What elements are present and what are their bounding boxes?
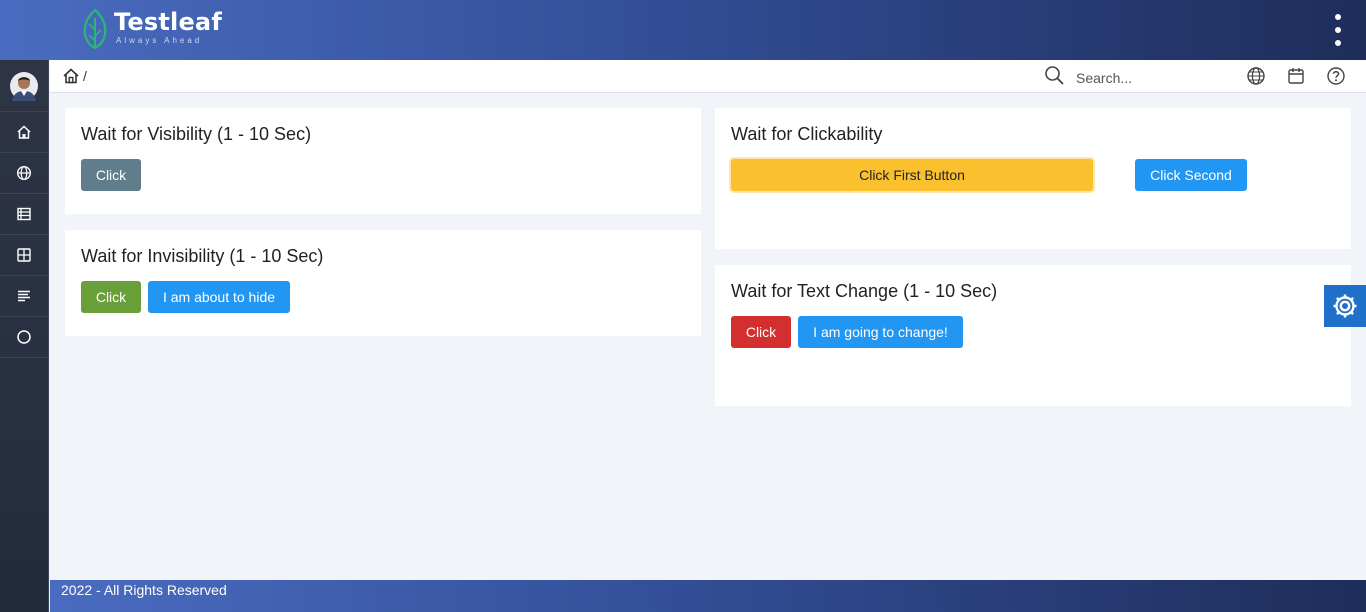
list-icon (18, 290, 30, 302)
breadcrumb-bar: / (50, 60, 1366, 93)
calendar-icon[interactable] (1286, 66, 1306, 86)
text-change-click-button[interactable]: Click (731, 316, 791, 348)
left-sidebar (0, 60, 49, 612)
hide-button[interactable]: I am about to hide (148, 281, 290, 313)
visibility-title: Wait for Visibility (1 - 10 Sec) (81, 124, 312, 144)
text-change-card: Wait for Text Change (1 - 10 Sec) Click … (715, 265, 1351, 406)
sidebar-item-grid[interactable] (0, 235, 48, 276)
footer: 2022 - All Rights Reserved (50, 580, 1366, 612)
breadcrumb: / (62, 67, 87, 85)
brand-name: Testleaf (114, 8, 222, 36)
search-icon[interactable] (1044, 65, 1065, 86)
visibility-click-button[interactable]: Click (81, 159, 141, 191)
sidebar-item-home[interactable] (0, 112, 48, 153)
text-change-button[interactable]: I am going to change! (798, 316, 963, 348)
invisibility-click-button[interactable]: Click (81, 281, 141, 313)
click-second-button[interactable]: Click Second (1135, 159, 1247, 191)
language-globe-icon[interactable] (1246, 66, 1266, 86)
gear-icon (1333, 294, 1357, 318)
sidebar-item-list[interactable] (0, 276, 48, 317)
leaf-logo-icon (83, 8, 107, 50)
user-avatar[interactable] (0, 60, 48, 112)
more-options-icon[interactable] (1332, 14, 1344, 46)
breadcrumb-separator: / (83, 68, 87, 84)
sidebar-item-browser[interactable] (0, 153, 48, 194)
sidebar-item-circle[interactable] (0, 317, 48, 358)
brand-logo[interactable]: Testleaf Always Ahead (80, 8, 222, 50)
top-header: Testleaf Always Ahead (0, 0, 1366, 60)
click-first-button[interactable]: Click First Button (731, 159, 1093, 191)
footer-text: 2022 - All Rights Reserved (61, 582, 227, 598)
settings-button[interactable] (1324, 285, 1366, 327)
grid-icon (17, 248, 31, 262)
search-input[interactable] (1076, 67, 1236, 89)
globe-icon (16, 165, 32, 181)
circle-icon (17, 330, 31, 344)
home-icon (17, 125, 31, 139)
text-change-title: Wait for Text Change (1 - 10 Sec) (731, 281, 998, 301)
visibility-card: Wait for Visibility (1 - 10 Sec) Click (65, 108, 701, 214)
help-icon[interactable] (1326, 66, 1346, 86)
invisibility-title: Wait for Invisibility (1 - 10 Sec) (81, 246, 324, 266)
breadcrumb-home-icon[interactable] (62, 67, 80, 85)
invisibility-card: Wait for Invisibility (1 - 10 Sec) Click… (65, 230, 701, 336)
brand-tagline: Always Ahead (116, 36, 203, 45)
avatar-icon (10, 71, 38, 101)
clickability-card: Wait for Clickability Click First Button… (715, 108, 1351, 249)
table-icon (17, 207, 31, 221)
clickability-title: Wait for Clickability (731, 124, 883, 144)
sidebar-item-table[interactable] (0, 194, 48, 235)
